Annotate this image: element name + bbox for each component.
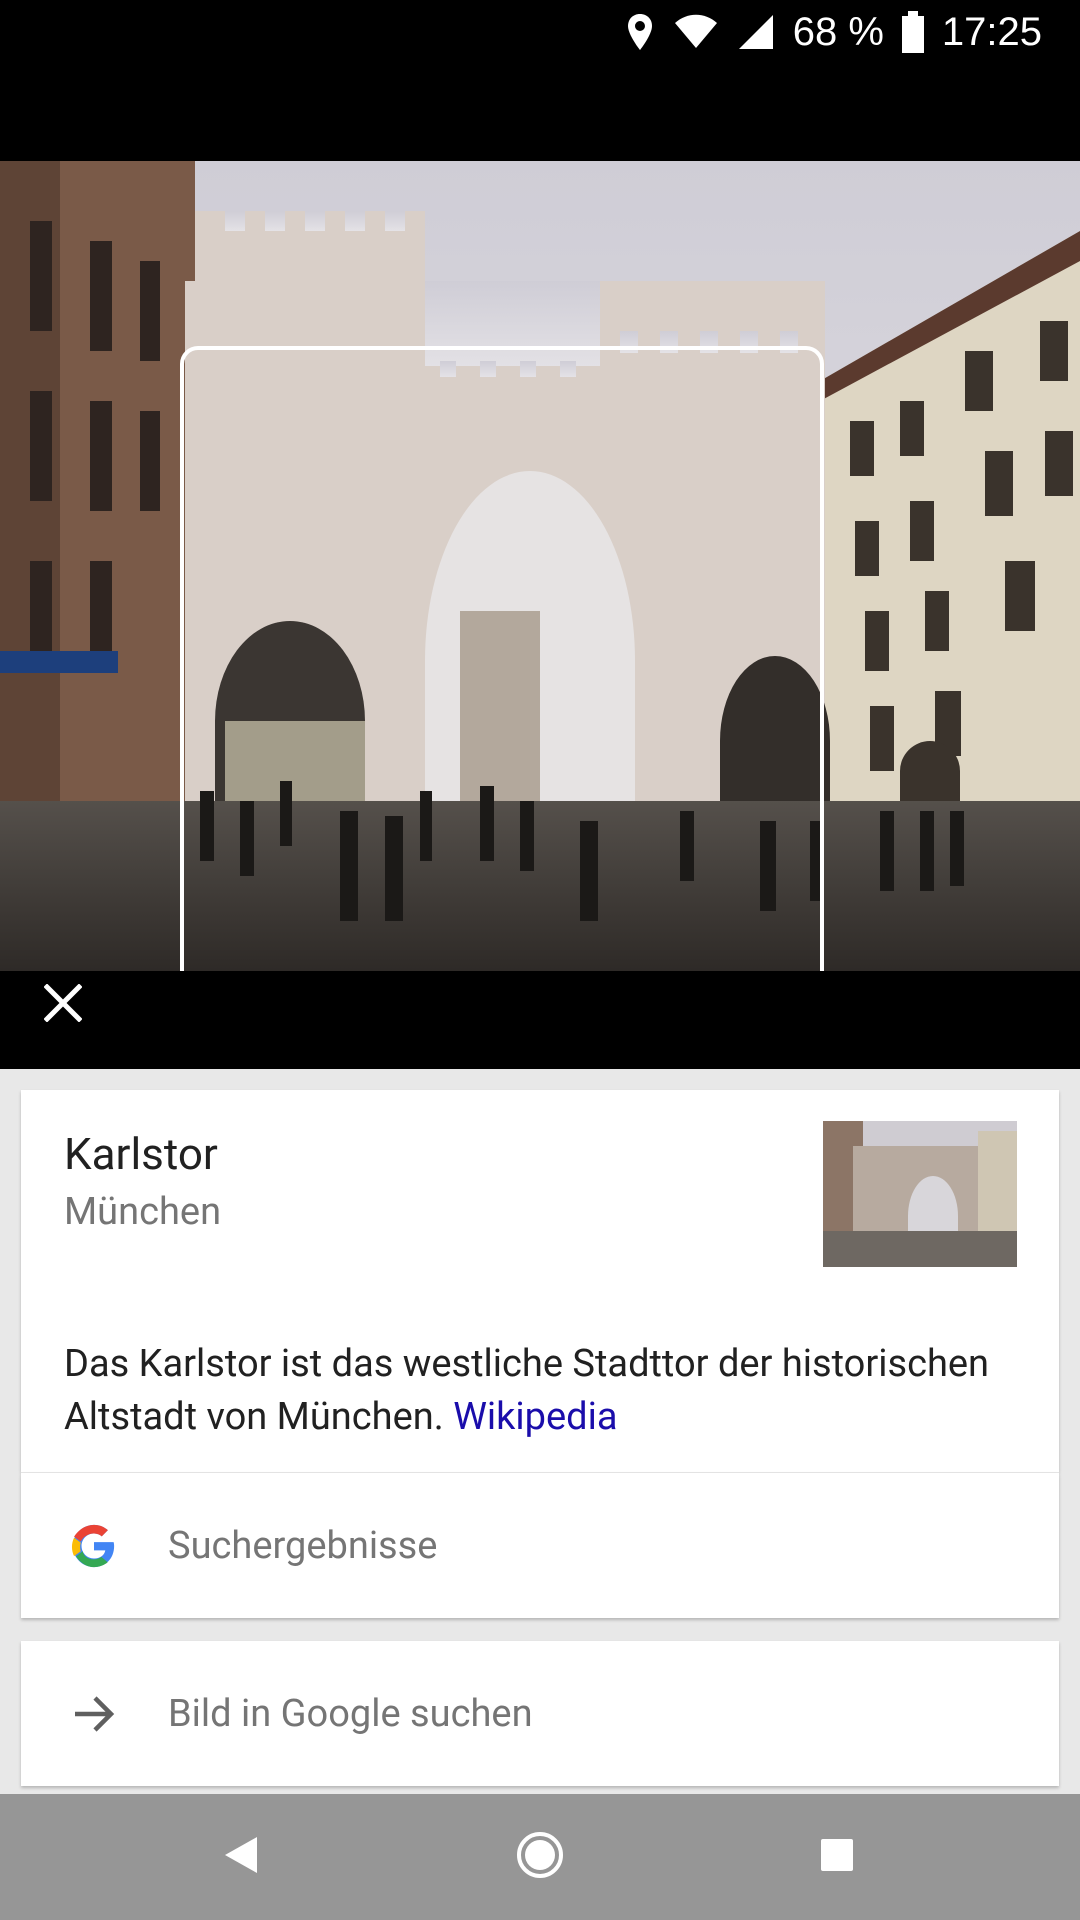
close-button[interactable] xyxy=(36,978,90,1032)
close-icon xyxy=(43,983,83,1026)
result-thumbnail[interactable] xyxy=(823,1121,1017,1267)
wikipedia-link[interactable]: Wikipedia xyxy=(453,1395,617,1439)
clock: 17:25 xyxy=(941,9,1042,54)
search-image-button[interactable]: Bild in Google suchen xyxy=(21,1641,1059,1786)
battery-icon xyxy=(901,11,924,53)
result-card[interactable]: Karlstor München Das Karlstor ist das we… xyxy=(21,1090,1059,1472)
nav-back-icon xyxy=(223,1835,259,1879)
status-bar: 68 % 17:25 xyxy=(0,0,1080,161)
result-subtitle: München xyxy=(64,1190,222,1234)
arrow-right-icon xyxy=(71,1691,117,1737)
search-results-label: Suchergebnisse xyxy=(168,1523,438,1568)
photo-toolbar xyxy=(0,971,1080,1069)
search-image-label: Bild in Google suchen xyxy=(168,1691,533,1736)
crop-selection-frame[interactable] xyxy=(180,346,824,971)
camera-photo[interactable] xyxy=(0,161,1080,971)
nav-recents-icon xyxy=(820,1838,854,1876)
nav-back-button[interactable] xyxy=(213,1829,269,1885)
nav-home-button[interactable] xyxy=(512,1829,568,1885)
result-description: Das Karlstor ist das westliche Stadttor … xyxy=(64,1338,1024,1444)
nav-recents-button[interactable] xyxy=(809,1829,865,1885)
battery-percent: 68 % xyxy=(792,9,884,54)
nav-home-icon xyxy=(515,1830,565,1884)
google-g-icon xyxy=(71,1523,117,1569)
navigation-bar xyxy=(0,1794,1080,1920)
wifi-icon xyxy=(673,14,719,50)
status-icons: 68 % 17:25 xyxy=(625,8,1042,56)
signal-icon xyxy=(737,13,775,51)
location-icon xyxy=(625,12,655,52)
search-results-button[interactable]: Suchergebnisse xyxy=(21,1473,1059,1618)
result-title: Karlstor xyxy=(64,1128,218,1180)
